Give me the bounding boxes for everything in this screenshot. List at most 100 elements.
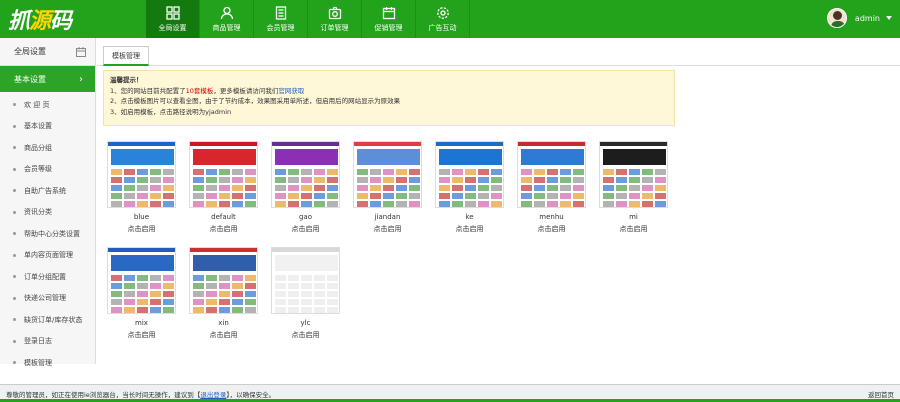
nav-label: 全局设置 bbox=[158, 23, 187, 32]
thumbnail-content-row bbox=[193, 193, 256, 199]
template-card-jiandan[interactable]: jiandan 点击启用 bbox=[353, 141, 422, 233]
template-thumbnail[interactable] bbox=[271, 141, 340, 208]
sidebar-item-label: 帮助中心分类设置 bbox=[24, 229, 80, 238]
sidebar-item[interactable]: 快递公司管理 bbox=[0, 288, 95, 310]
thumbnail-content-row bbox=[521, 193, 584, 199]
sidebar-item[interactable]: 会员等级 bbox=[0, 159, 95, 181]
main-content: 模板管理 温馨提示！ 1、您的网站目前共配置了10套模板，更多模板请访问我们官网… bbox=[97, 38, 900, 384]
thumbnail-content-row bbox=[111, 177, 174, 183]
thumbnail-content-row bbox=[275, 275, 338, 281]
template-thumbnail[interactable] bbox=[189, 141, 258, 208]
template-card-mix[interactable]: mix 点击启用 bbox=[107, 247, 176, 339]
logo-text-3: 码 bbox=[50, 9, 72, 34]
sidebar-item[interactable]: 商品分组 bbox=[0, 137, 95, 159]
enable-template-link[interactable]: 点击启用 bbox=[107, 224, 176, 233]
enable-template-link[interactable]: 点击启用 bbox=[271, 330, 340, 339]
thumbnail-content-row bbox=[193, 299, 256, 305]
sidebar-item[interactable]: 单内容页面管理 bbox=[0, 245, 95, 267]
bullet-icon bbox=[13, 232, 16, 236]
template-card-mi[interactable]: mi 点击启用 bbox=[599, 141, 668, 233]
nav-ads[interactable]: 广告互动 bbox=[416, 0, 470, 38]
tab-bar: 模板管理 bbox=[103, 46, 149, 66]
sidebar-item[interactable]: 资讯分类 bbox=[0, 202, 95, 224]
thumbnail-content-row bbox=[111, 307, 174, 313]
official-site-link[interactable]: 官网获取 bbox=[278, 87, 304, 95]
sidebar-item[interactable]: 自助广告系统 bbox=[0, 180, 95, 202]
enable-template-link[interactable]: 点击启用 bbox=[353, 224, 422, 233]
logo[interactable]: 抓源码 bbox=[8, 4, 72, 34]
template-card-gao[interactable]: gao 点击启用 bbox=[271, 141, 340, 233]
thumbnail-content-row bbox=[603, 201, 666, 207]
enable-template-link[interactable]: 点击启用 bbox=[517, 224, 586, 233]
thumbnail-content-row bbox=[439, 177, 502, 183]
nav-orders[interactable]: 订单管理 bbox=[308, 0, 362, 38]
template-thumbnail[interactable] bbox=[353, 141, 422, 208]
sidebar-item[interactable]: 帮助中心分类设置 bbox=[0, 223, 95, 245]
user-menu[interactable]: admin bbox=[826, 8, 892, 28]
sidebar-item-label: 自助广告系统 bbox=[24, 186, 66, 195]
template-card-ylc[interactable]: ylc 点击启用 bbox=[271, 247, 340, 339]
logout-link[interactable]: 退出登录 bbox=[200, 391, 226, 399]
thumbnail-content-row bbox=[603, 177, 666, 183]
template-name: xin bbox=[218, 319, 229, 327]
thumbnail-header-bar bbox=[436, 142, 503, 146]
thumbnail-content-row bbox=[439, 169, 502, 175]
nav-global-settings[interactable]: 全局设置 bbox=[146, 0, 200, 38]
thumbnail-content-row bbox=[275, 201, 338, 207]
notice-line-2: 2、点击模板图片可以查看全图，由于了节约成本，效果图采用单所述，但启用后的网站显… bbox=[110, 97, 401, 105]
nav-label: 会员管理 bbox=[266, 23, 295, 32]
nav-members[interactable]: 会员管理 bbox=[254, 0, 308, 38]
logo-text-1: 抓 bbox=[8, 9, 30, 34]
thumbnail-header-bar bbox=[518, 142, 585, 146]
template-thumbnail[interactable] bbox=[107, 247, 176, 314]
template-card-default[interactable]: default 点击启用 bbox=[189, 141, 258, 233]
template-card-ke[interactable]: ke 点击启用 bbox=[435, 141, 504, 233]
sidebar-item[interactable]: 基本设置 bbox=[0, 116, 95, 138]
thumbnail-content-row bbox=[193, 307, 256, 313]
sidebar-item[interactable]: 订单分组配置 bbox=[0, 266, 95, 288]
sidebar-item-label: 欢 迎 页 bbox=[24, 100, 50, 109]
template-card-xin[interactable]: xin 点击启用 bbox=[189, 247, 258, 339]
sidebar-section-basic[interactable]: 基本设置 › bbox=[0, 66, 95, 92]
template-thumbnail[interactable] bbox=[435, 141, 504, 208]
nav-promotions[interactable]: 促销管理 bbox=[362, 0, 416, 38]
template-card-blue[interactable]: blue 点击启用 bbox=[107, 141, 176, 233]
sidebar-section-label: 基本设置 bbox=[14, 74, 46, 84]
bullet-icon bbox=[13, 210, 16, 214]
sidebar-item[interactable]: 缺货订单/库存状态 bbox=[0, 309, 95, 331]
template-thumbnail[interactable] bbox=[599, 141, 668, 208]
main-nav: 全局设置 商品管理 会员管理 订单管理 促销管理 广告互动 bbox=[146, 0, 470, 38]
nav-products[interactable]: 商品管理 bbox=[200, 0, 254, 38]
enable-template-link[interactable]: 点击启用 bbox=[189, 330, 258, 339]
template-thumbnail[interactable] bbox=[107, 141, 176, 208]
template-thumbnail[interactable] bbox=[189, 247, 258, 314]
enable-template-link[interactable]: 点击启用 bbox=[189, 224, 258, 233]
notice-line-1: 1、您的网站目前共配置了10套模板，更多模板请访问我们官网获取 bbox=[110, 86, 668, 97]
thumbnail-content-row bbox=[521, 201, 584, 207]
template-thumbnail[interactable] bbox=[271, 247, 340, 314]
sidebar-list: 欢 迎 页 基本设置 商品分组 会员等级 自助广告系统 资讯分类 帮助中心分类设… bbox=[0, 92, 95, 374]
thumbnail-content-row bbox=[193, 291, 256, 297]
calendar-icon[interactable] bbox=[76, 46, 86, 57]
template-card-menhu[interactable]: menhu 点击启用 bbox=[517, 141, 586, 233]
thumbnail-header-bar bbox=[190, 248, 257, 252]
sidebar-item[interactable]: 欢 迎 页 bbox=[0, 94, 95, 116]
tab-divider bbox=[97, 65, 900, 66]
tab-template-management[interactable]: 模板管理 bbox=[103, 46, 149, 66]
enable-template-link[interactable]: 点击启用 bbox=[435, 224, 504, 233]
thumbnail-content-row bbox=[357, 193, 420, 199]
enable-template-link[interactable]: 点击启用 bbox=[599, 224, 668, 233]
sidebar-item[interactable]: 模板管理 bbox=[0, 352, 95, 374]
thumbnail-content-row bbox=[357, 201, 420, 207]
enable-template-link[interactable]: 点击启用 bbox=[107, 330, 176, 339]
thumbnail-content-row bbox=[111, 299, 174, 305]
sidebar-item[interactable]: 登录日志 bbox=[0, 331, 95, 353]
thumbnail-header-bar bbox=[354, 142, 421, 146]
thumbnail-content-row bbox=[111, 193, 174, 199]
template-thumbnail[interactable] bbox=[517, 141, 586, 208]
thumbnail-banner bbox=[111, 149, 174, 165]
thumbnail-content-row bbox=[275, 283, 338, 289]
home-link[interactable]: 返回首页 bbox=[868, 389, 894, 399]
enable-template-link[interactable]: 点击启用 bbox=[271, 224, 340, 233]
nav-label: 商品管理 bbox=[212, 23, 241, 32]
